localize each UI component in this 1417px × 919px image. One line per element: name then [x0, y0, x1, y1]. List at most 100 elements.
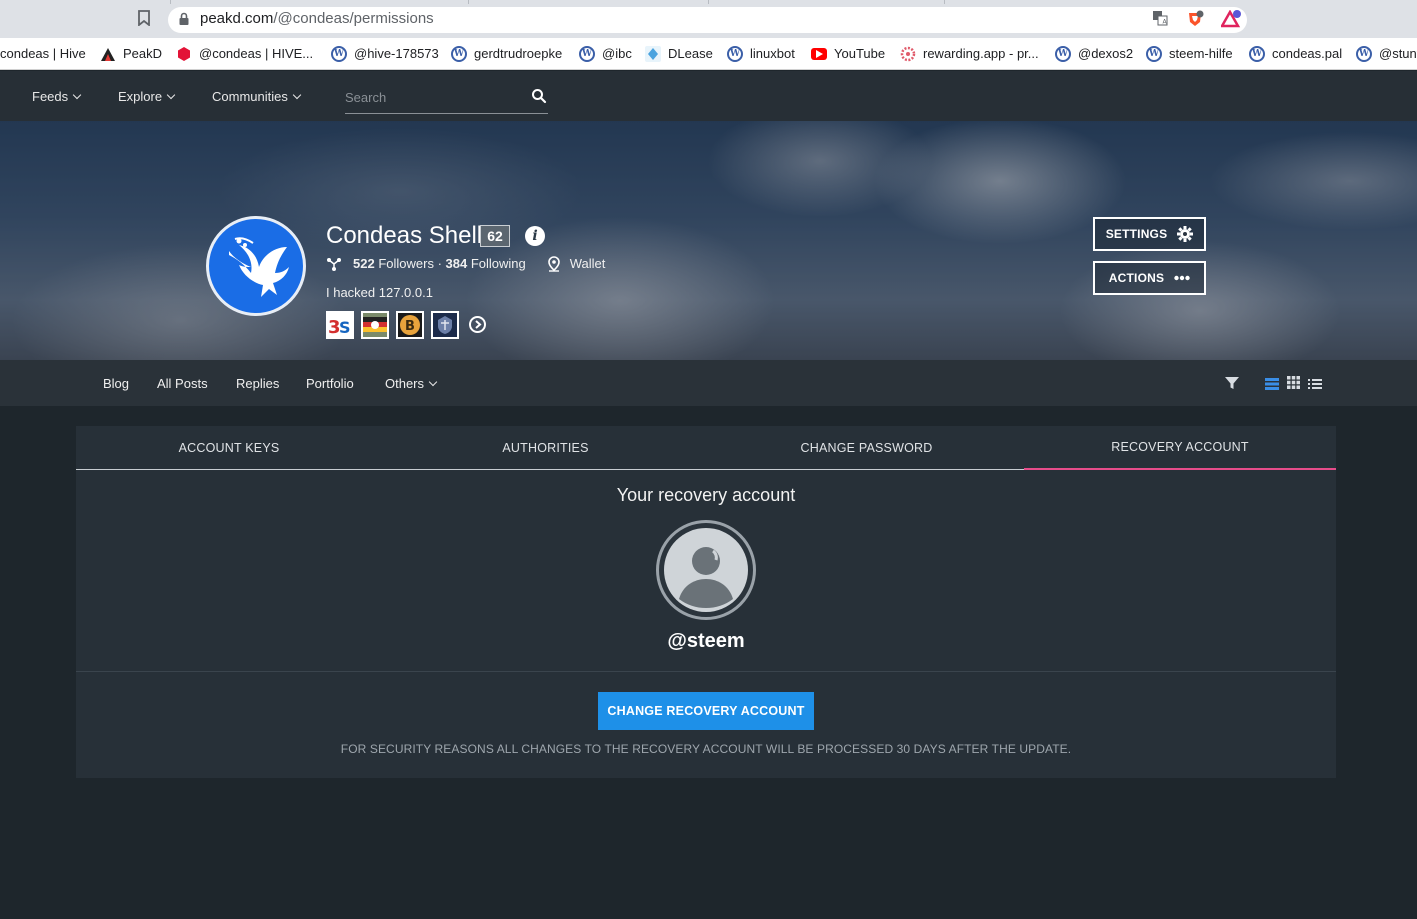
subnav-others-label: Others — [385, 376, 425, 391]
search-input[interactable] — [345, 87, 515, 107]
url-host: peakd.com — [200, 10, 274, 27]
user-placeholder-icon — [664, 528, 748, 612]
peakd-icon — [100, 46, 116, 62]
badge-flag[interactable] — [361, 311, 389, 339]
profile-stats: 522 Followers · 384 Following Wallet — [326, 256, 605, 272]
dove-icon — [229, 237, 289, 297]
wordpress-icon: W — [1356, 46, 1372, 62]
tab-separator — [468, 0, 469, 4]
wordpress-icon: W — [1249, 46, 1265, 62]
subnav-portfolio[interactable]: Portfolio — [306, 376, 354, 392]
bookmark-label: linuxbot — [750, 46, 795, 61]
bookmark-item[interactable]: @condeas | HIVE... — [176, 45, 313, 63]
bookmark-item[interactable]: W @ibc — [579, 45, 632, 63]
badge-3s[interactable]: 3S — [326, 311, 354, 339]
filter-icon[interactable] — [1225, 376, 1239, 390]
profile-name: Condeas Shell — [326, 222, 483, 249]
subnav-replies[interactable]: Replies — [236, 376, 279, 392]
profile-avatar[interactable] — [206, 216, 306, 316]
actions-label: ACTIONS — [1108, 271, 1165, 285]
tab-label: CHANGE PASSWORD — [800, 441, 933, 455]
bookmark-item[interactable]: rewarding.app - pr... — [900, 45, 1039, 63]
bookmark-item[interactable]: condeas | Hive — [0, 45, 86, 63]
nav-feeds-label: Feeds — [32, 89, 69, 104]
chevron-down-icon — [428, 377, 438, 387]
settings-label: SETTINGS — [1105, 227, 1168, 241]
profile-about: I hacked 127.0.0.1 — [326, 285, 433, 300]
chevron-down-icon — [166, 90, 176, 100]
bookmark-label: gerdtrudroepke — [474, 46, 563, 61]
bookmark-item[interactable]: W gerdtrudroepke — [451, 45, 562, 63]
bookmark-label: YouTube — [834, 46, 886, 61]
subnav-portfolio-label: Portfolio — [306, 376, 354, 391]
bookmark-item[interactable]: DLease — [645, 45, 713, 63]
nav-explore[interactable]: Explore — [118, 89, 176, 105]
bookmark-label: @stunt — [1379, 46, 1417, 61]
tab-separator — [944, 0, 945, 4]
url-text[interactable]: peakd.com/@condeas/permissions — [200, 10, 434, 28]
change-recovery-account-button[interactable]: CHANGE RECOVERY ACCOUNT — [598, 692, 814, 730]
followers-link[interactable]: Followers — [378, 256, 434, 272]
following-link[interactable]: Following — [471, 256, 526, 272]
wordpress-icon: W — [1055, 46, 1071, 62]
tab-account-keys[interactable]: ACCOUNT KEYS — [76, 426, 382, 470]
compact-list-icon[interactable] — [1308, 377, 1322, 389]
bookmark-label: PeakD — [123, 46, 163, 61]
badge-bitcoin[interactable]: B — [396, 311, 424, 339]
bookmark-label: @condeas | HIVE... — [199, 46, 314, 61]
bookmark-label: DLease — [668, 46, 713, 61]
more-dots-icon — [1174, 275, 1190, 281]
chevron-down-icon — [72, 90, 82, 100]
brave-rewards-icon[interactable] — [1219, 9, 1241, 28]
search-icon[interactable] — [531, 88, 547, 104]
recovery-account-name[interactable]: @steem — [76, 628, 1336, 654]
subnav-blog-label: Blog — [103, 376, 130, 391]
list-view-icon[interactable] — [1265, 377, 1279, 390]
bookmark-item[interactable]: W @stunt — [1356, 45, 1417, 63]
more-badges-icon[interactable] — [469, 316, 486, 333]
actions-button[interactable]: ACTIONS — [1093, 261, 1206, 295]
bookmark-item[interactable]: W condeas.pal — [1249, 45, 1342, 63]
tab-strip — [0, 0, 1417, 4]
badge-emblem[interactable] — [431, 311, 459, 339]
recovery-avatar[interactable] — [656, 520, 756, 620]
info-icon[interactable]: i — [525, 226, 545, 246]
bookmark-item[interactable]: YouTube — [811, 45, 885, 63]
bookmark-item[interactable]: W steem-hilfe — [1146, 45, 1233, 63]
subnav-blog[interactable]: Blog — [103, 376, 129, 392]
nav-feeds[interactable]: Feeds — [32, 89, 82, 105]
svg-text:B: B — [405, 319, 415, 334]
bookmark-label: condeas.pal — [1272, 46, 1343, 61]
rewarding-icon — [900, 46, 916, 62]
bookmark-item[interactable]: PeakD — [100, 45, 162, 63]
chevron-down-icon — [292, 90, 302, 100]
following-count: 384 — [445, 256, 468, 271]
nav-communities-label: Communities — [212, 89, 288, 104]
settings-button[interactable]: SETTINGS — [1093, 217, 1206, 251]
subnav-all-posts[interactable]: All Posts — [157, 376, 208, 392]
bookmark-label: steem-hilfe — [1169, 46, 1233, 61]
subnav-others[interactable]: Others — [385, 376, 438, 392]
wallet-icon — [547, 256, 561, 272]
grid-view-icon[interactable] — [1287, 376, 1300, 389]
nav-explore-label: Explore — [118, 89, 163, 104]
followers-count: 522 — [353, 256, 375, 271]
brave-shield-icon[interactable] — [1186, 10, 1204, 28]
nav-communities[interactable]: Communities — [212, 89, 302, 105]
tab-authorities[interactable]: AUTHORITIES — [382, 426, 709, 470]
tab-label: ACCOUNT KEYS — [178, 441, 280, 455]
translate-icon[interactable]: A — [1152, 10, 1170, 28]
bookmark-item[interactable]: W @hive-178573 — [331, 45, 439, 63]
wallet-link[interactable]: Wallet — [570, 256, 606, 272]
bookmark-page-icon[interactable] — [136, 10, 152, 28]
bookmark-item[interactable]: W @dexos2 — [1055, 45, 1133, 63]
tab-recovery-account[interactable]: RECOVERY ACCOUNT — [1024, 426, 1336, 470]
svg-text:S: S — [339, 318, 351, 337]
bookmark-item[interactable]: W linuxbot — [727, 45, 795, 63]
wordpress-icon: W — [451, 46, 467, 62]
bookmarks-bar: condeas | Hive PeakD @condeas | HIVE... … — [0, 38, 1417, 70]
bookmark-label: rewarding.app - pr... — [923, 46, 1039, 61]
subnav-all-posts-label: All Posts — [157, 376, 208, 391]
lock-icon[interactable] — [178, 11, 190, 27]
tab-change-password[interactable]: CHANGE PASSWORD — [709, 426, 1024, 470]
